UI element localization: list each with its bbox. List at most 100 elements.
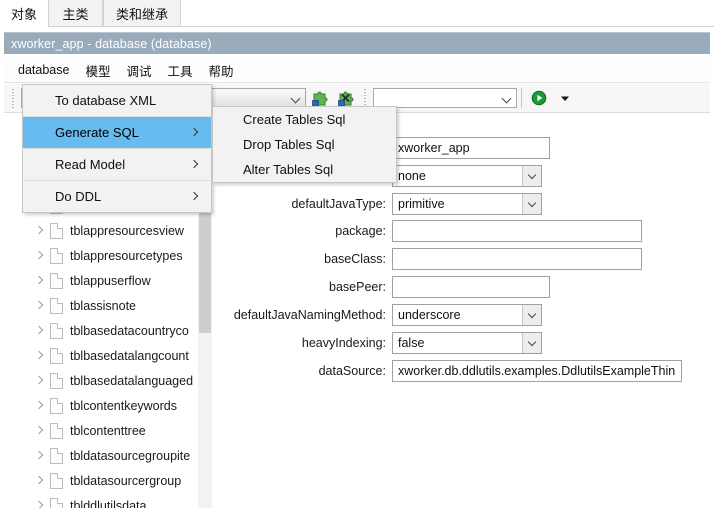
form-row: baseClass:	[214, 247, 642, 271]
menu-item-read-model-label: Read Model	[55, 157, 126, 172]
chevron-right-icon[interactable]	[34, 350, 46, 362]
form-text-input[interactable]: xworker.db.ddlutils.examples.DdlutilsExa…	[392, 360, 682, 382]
database-dropdown-menu[interactable]: To database XML Generate SQL Read Model …	[22, 84, 212, 213]
menu-item-generate-sql[interactable]: Generate SQL	[23, 117, 211, 148]
window-title: xworker_app - database (database)	[11, 36, 212, 51]
tree-item[interactable]: tblappuserflow	[4, 268, 212, 293]
select-dropdown-button[interactable]	[522, 194, 541, 214]
file-icon	[50, 397, 63, 414]
tree-scrollbar-thumb[interactable]	[199, 195, 211, 333]
chevron-down-icon	[528, 200, 537, 209]
tree-item[interactable]: tblcontenttree	[4, 418, 212, 443]
file-icon	[50, 372, 63, 389]
form-text-input[interactable]	[392, 276, 550, 298]
menu-item-to-database-xml[interactable]: To database XML	[23, 85, 211, 116]
tree-item-label: tblappuserflow	[70, 273, 151, 288]
menu-item-alter-tables-sql-label: Alter Tables Sql	[243, 162, 334, 177]
form-row: defaultJavaType: primitive	[214, 192, 542, 216]
file-icon	[50, 247, 63, 264]
menu-item-alter-tables-sql[interactable]: Alter Tables Sql	[213, 157, 396, 182]
tree-item-label: tblappresourcetypes	[70, 248, 183, 263]
form-select[interactable]: none	[392, 165, 542, 187]
form-select[interactable]: false	[392, 332, 542, 354]
tree-item[interactable]: tblbasedatacountryco	[4, 318, 212, 343]
run-play-icon[interactable]	[528, 87, 550, 109]
tree-item-label: tblcontentkeywords	[70, 398, 178, 413]
form-label: defaultJavaType:	[291, 197, 386, 211]
chevron-right-icon[interactable]	[34, 400, 46, 412]
chevron-right-icon[interactable]	[34, 475, 46, 487]
menu-model[interactable]: 模型	[77, 58, 118, 83]
menu-bar: database 模型 调试 工具 帮助	[4, 58, 710, 83]
form-row: dataSource: xworker.db.ddlutils.examples.…	[214, 359, 682, 383]
tree-item[interactable]: tbldatasourcegroupite	[4, 443, 212, 468]
chevron-right-icon[interactable]	[34, 450, 46, 462]
tree-item[interactable]: tblbasedatalangcount	[4, 343, 212, 368]
tree-item[interactable]: tblcontentkeywords	[4, 393, 212, 418]
chevron-right-icon[interactable]	[34, 275, 46, 287]
tree-item-label: tblbasedatacountryco	[70, 323, 189, 338]
tab-objects-label: 对象	[10, 7, 37, 22]
form-value: primitive	[398, 197, 445, 211]
tree-item[interactable]: tblappresourcetypes	[4, 243, 212, 268]
menu-item-drop-tables-sql[interactable]: Drop Tables Sql	[213, 132, 396, 157]
chevron-right-icon[interactable]	[34, 325, 46, 337]
tree-item[interactable]: tblddlutilsdata	[4, 493, 212, 508]
chevron-right-icon[interactable]	[34, 500, 46, 508]
tree-item[interactable]: tblappresourcesview	[4, 218, 212, 243]
menu-tools[interactable]: 工具	[159, 58, 200, 83]
chevron-right-icon[interactable]	[34, 425, 46, 437]
tree-item[interactable]: tbldatasourcergroup	[4, 468, 212, 493]
toolbar-grip-3[interactable]	[362, 88, 369, 108]
menu-item-create-tables-sql[interactable]: Create Tables Sql	[213, 107, 396, 132]
chevron-down-icon	[528, 172, 537, 181]
menu-help[interactable]: 帮助	[200, 58, 241, 83]
toolbar-grip-1[interactable]	[10, 88, 17, 108]
select-dropdown-button[interactable]	[522, 305, 541, 325]
form-label: package:	[335, 224, 386, 238]
file-icon	[50, 422, 63, 439]
tab-class-inheritance[interactable]: 类和继承	[103, 0, 181, 27]
menu-item-do-ddl[interactable]: Do DDL	[23, 181, 211, 212]
menu-item-read-model[interactable]: Read Model	[23, 149, 211, 180]
select-dropdown-button[interactable]	[522, 333, 541, 353]
form-row: basePeer:	[214, 275, 550, 299]
menu-database[interactable]: database	[4, 60, 77, 80]
tab-class-inheritance-label: 类和继承	[115, 6, 168, 22]
tab-main-class[interactable]: 主类	[48, 0, 103, 27]
form-select[interactable]: underscore	[392, 304, 542, 326]
submenu-arrow-icon	[191, 193, 199, 201]
toolbar-right-combo[interactable]	[373, 88, 517, 108]
file-icon	[50, 272, 63, 289]
tab-main-class-label: 主类	[62, 6, 89, 22]
form-value: false	[398, 336, 425, 350]
window-title-bar: xworker_app - database (database)	[4, 32, 710, 54]
chevron-down-icon	[528, 339, 537, 348]
form-value: none	[398, 169, 426, 183]
submenu-arrow-icon	[191, 161, 199, 169]
tree-item-label: tblassisnote	[70, 298, 137, 313]
form-label: basePeer:	[329, 280, 386, 294]
tree-item[interactable]: tblassisnote	[4, 293, 212, 318]
form-text-input[interactable]: xworker_app	[392, 137, 550, 159]
toolbar-separator	[521, 88, 522, 108]
tree-item-label: tblddlutilsdata	[70, 498, 147, 508]
chevron-right-icon[interactable]	[34, 375, 46, 387]
select-dropdown-button[interactable]	[522, 166, 541, 186]
chevron-right-icon[interactable]	[34, 250, 46, 262]
tree-item[interactable]: tblbasedatalanguaged	[4, 368, 212, 393]
generate-sql-submenu[interactable]: Create Tables Sql Drop Tables Sql Alter …	[212, 106, 397, 183]
form-text-input[interactable]	[392, 248, 642, 270]
toolbar-middle-combo[interactable]	[206, 88, 306, 108]
form-row: heavyIndexing: false	[214, 331, 542, 355]
tree-item-label: tblbasedatalanguaged	[70, 373, 194, 388]
menu-debug[interactable]: 调试	[118, 58, 159, 83]
chevron-right-icon[interactable]	[34, 225, 46, 237]
tab-objects[interactable]: 对象	[0, 0, 48, 27]
chevron-down-icon	[528, 311, 537, 320]
run-dropdown-arrow-icon[interactable]	[554, 87, 576, 109]
tree-item-label: tblcontenttree	[70, 423, 146, 438]
chevron-right-icon[interactable]	[34, 300, 46, 312]
form-select[interactable]: primitive	[392, 193, 542, 215]
form-text-input[interactable]	[392, 220, 642, 242]
